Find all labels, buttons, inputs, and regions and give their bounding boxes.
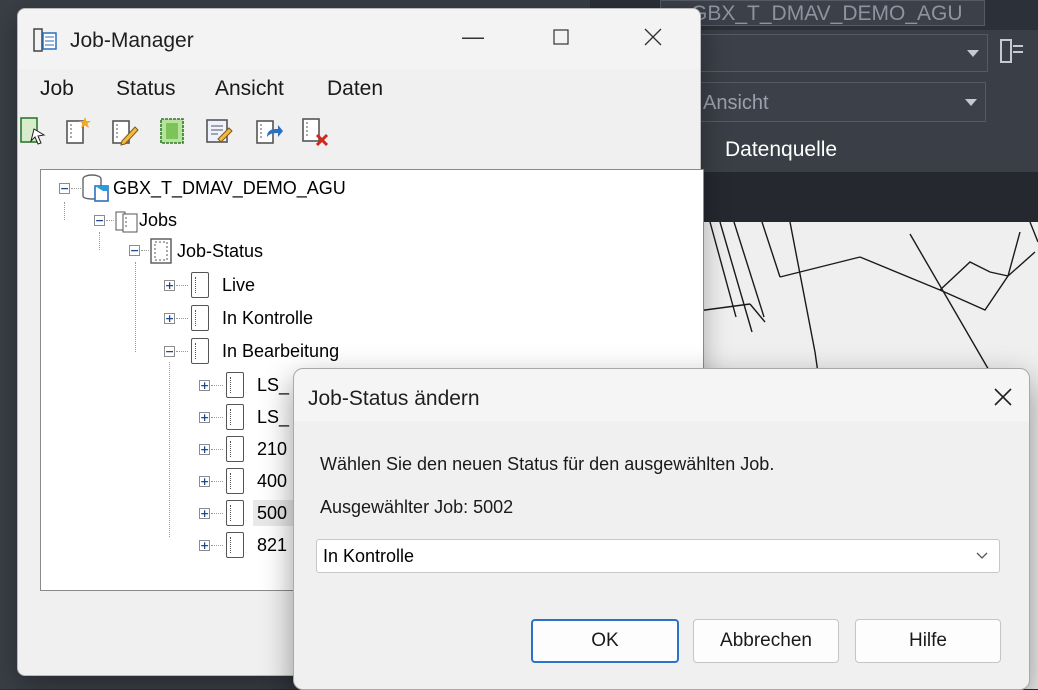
expand-toggle[interactable]: + <box>199 412 210 423</box>
chevron-down-icon <box>967 50 979 57</box>
tree-node-root[interactable]: GBX_T_DMAV_DEMO_AGU <box>113 175 346 201</box>
selected-job-label: Ausgewählter Job: 5002 <box>320 497 514 517</box>
menu-status[interactable]: Status <box>116 77 176 101</box>
tree-connector <box>135 262 136 352</box>
status-icon <box>191 338 209 364</box>
tree-connector <box>176 351 188 352</box>
expand-toggle[interactable]: + <box>164 280 175 291</box>
tree-connector <box>106 220 114 221</box>
tree-node-job[interactable]: 210 <box>257 436 287 462</box>
close-icon[interactable] <box>981 375 1025 419</box>
job-icon <box>226 372 244 398</box>
layer-combo[interactable] <box>690 34 988 72</box>
tree-node-live[interactable]: Live <box>222 272 255 298</box>
cad-dark-band <box>690 172 1038 222</box>
dialog-body: Wählen Sie den neuen Status für den ausg… <box>294 421 1029 689</box>
job-icon <box>226 404 244 430</box>
toolbar <box>18 115 700 151</box>
window-title: Job-Manager <box>70 29 194 52</box>
tree-connector <box>71 188 81 189</box>
tree-node-job-status[interactable]: Job-Status <box>177 238 263 264</box>
close-icon[interactable] <box>630 9 676 65</box>
menu-job[interactable]: Job <box>40 77 74 101</box>
tree-connector <box>211 449 223 450</box>
datasource-combo-text: GBX_T_DMAV_DEMO_AGU <box>691 2 963 25</box>
job-icon <box>226 436 244 462</box>
tree-connector <box>64 202 65 220</box>
expand-toggle[interactable]: + <box>164 313 175 324</box>
status-icon <box>191 305 209 331</box>
job-manager-titlebar[interactable]: Job-Manager — <box>18 9 700 69</box>
tree-node-job[interactable]: 821 <box>257 532 287 558</box>
tree-node-job[interactable]: 400 <box>257 468 287 494</box>
job-properties-icon[interactable] <box>158 115 188 147</box>
tree-node-job-selected[interactable]: 500 <box>257 500 287 526</box>
help-button[interactable]: Hilfe <box>855 619 1001 663</box>
side-panel-icon[interactable] <box>997 36 1027 66</box>
tree-connector <box>176 318 188 319</box>
collapse-toggle[interactable]: − <box>59 183 70 194</box>
minimize-icon[interactable]: — <box>450 9 496 65</box>
tree-node-jobs[interactable]: Jobs <box>139 207 177 233</box>
database-icon <box>81 174 111 202</box>
expand-toggle[interactable]: + <box>199 476 210 487</box>
job-manager-app-icon <box>32 27 58 53</box>
tree-node-in-kontrolle[interactable]: In Kontrolle <box>222 305 313 331</box>
tree-node-job[interactable]: LS_ <box>257 372 289 398</box>
job-report-icon[interactable] <box>204 115 234 147</box>
menu-bar: Job Status Ansicht Daten <box>18 77 700 111</box>
new-job-icon[interactable] <box>64 115 94 147</box>
tree-connector <box>211 481 223 482</box>
expand-toggle[interactable]: + <box>199 380 210 391</box>
tree-node-in-bearbeitung[interactable]: In Bearbeitung <box>222 338 339 364</box>
tree-connector <box>169 362 170 537</box>
status-select[interactable]: In Kontrolle <box>316 539 1000 573</box>
view-combo[interactable]: Ansicht <box>690 82 986 122</box>
expand-toggle[interactable]: + <box>199 444 210 455</box>
dialog-title: Job-Status ändern <box>308 387 480 410</box>
delete-job-icon[interactable] <box>300 115 330 147</box>
maximize-icon[interactable] <box>538 9 584 65</box>
tree-node-job[interactable]: LS_ <box>257 404 289 430</box>
edit-job-icon[interactable] <box>110 115 140 147</box>
collapse-toggle[interactable]: − <box>164 346 175 357</box>
tree-connector <box>141 250 149 251</box>
tab-datenquelle[interactable]: Datenquelle <box>725 138 837 162</box>
cancel-button[interactable]: Abbrechen <box>693 619 839 663</box>
chevron-down-icon <box>975 540 989 583</box>
expand-toggle[interactable]: + <box>199 540 210 551</box>
job-export-icon[interactable] <box>254 115 284 147</box>
tree-connector <box>211 513 223 514</box>
tree-connector <box>211 417 223 418</box>
collapse-toggle[interactable]: − <box>94 215 105 226</box>
datasource-combo[interactable]: GBX_T_DMAV_DEMO_AGU <box>660 0 985 26</box>
expand-toggle[interactable]: + <box>199 508 210 519</box>
tree-connector <box>211 545 223 546</box>
chevron-down-icon <box>965 99 977 106</box>
menu-ansicht[interactable]: Ansicht <box>215 77 284 101</box>
open-job-icon[interactable] <box>18 115 48 147</box>
tree-connector <box>211 385 223 386</box>
more-icon[interactable]: ⋮ <box>1030 140 1038 161</box>
menu-daten[interactable]: Daten <box>327 77 383 101</box>
status-icon <box>191 272 209 298</box>
status-select-value: In Kontrolle <box>323 546 415 566</box>
view-combo-text: Ansicht <box>703 92 769 114</box>
dialog-message: Wählen Sie den neuen Status für den ausg… <box>320 454 775 474</box>
jobs-folder-icon <box>115 208 139 234</box>
ok-button[interactable]: OK <box>531 619 679 663</box>
job-icon <box>226 468 244 494</box>
tree-connector <box>99 232 100 250</box>
collapse-toggle[interactable]: − <box>129 245 140 256</box>
change-job-status-dialog: Job-Status ändern Wählen Sie den neuen S… <box>293 368 1030 690</box>
job-status-icon <box>150 237 176 265</box>
job-icon <box>226 532 244 558</box>
job-icon <box>226 500 244 526</box>
tree-connector <box>176 285 188 286</box>
